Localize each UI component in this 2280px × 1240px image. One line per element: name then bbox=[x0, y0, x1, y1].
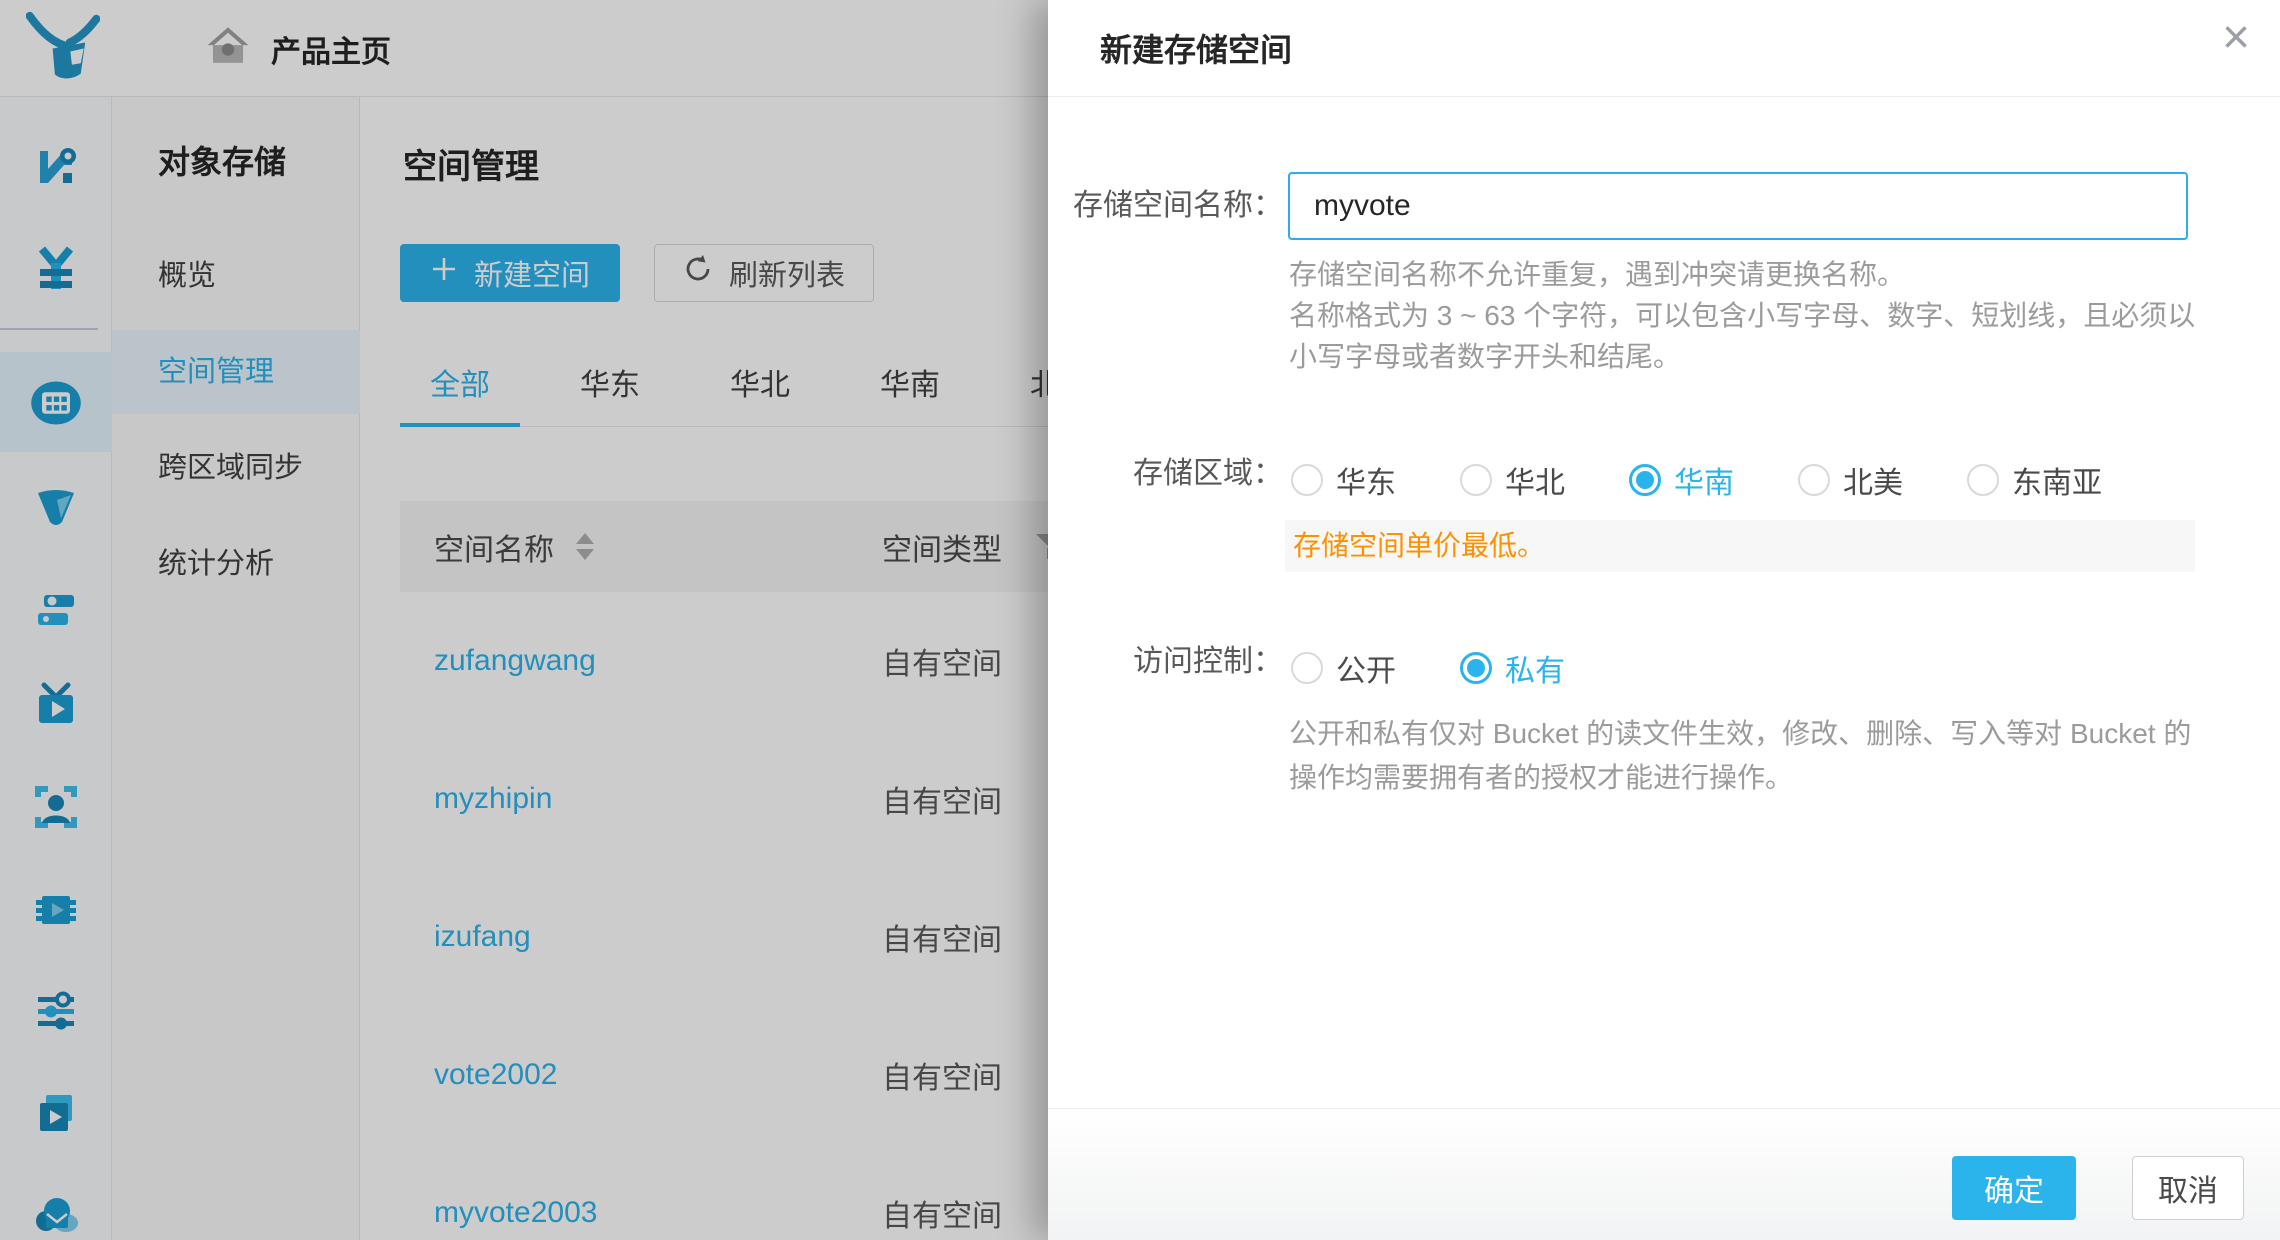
cancel-button[interactable]: 取消 bbox=[2132, 1156, 2244, 1220]
region-price-note: 存储空间单价最低。 bbox=[1285, 520, 2195, 572]
radio-icon bbox=[1967, 464, 1999, 496]
access-radio-group: 公开 私有 bbox=[1291, 646, 1565, 690]
access-option-private[interactable]: 私有 bbox=[1460, 646, 1565, 690]
region-option-beimei[interactable]: 北美 bbox=[1798, 458, 1903, 502]
radio-icon bbox=[1798, 464, 1830, 496]
region-option-huanan[interactable]: 华南 bbox=[1629, 458, 1734, 502]
region-label: 存储区域： bbox=[1048, 458, 1283, 490]
region-option-huabei[interactable]: 华北 bbox=[1460, 458, 1565, 502]
screen: 产品主页 bbox=[0, 0, 2280, 1240]
radio-icon bbox=[1460, 464, 1492, 496]
create-bucket-modal: 新建存储空间 × 存储空间名称： 存储空间名称不允许重复，遇到冲突请更换名称。 … bbox=[1048, 0, 2280, 1240]
access-option-public[interactable]: 公开 bbox=[1291, 646, 1396, 690]
bucket-name-help: 存储空间名称不允许重复，遇到冲突请更换名称。 名称格式为 3 ~ 63 个字符，… bbox=[1289, 254, 2201, 377]
confirm-button[interactable]: 确定 bbox=[1952, 1156, 2076, 1220]
modal-footer: 确定 取消 bbox=[1048, 1108, 2280, 1240]
region-option-dongnanya[interactable]: 东南亚 bbox=[1967, 458, 2102, 502]
region-radio-group: 华东 华北 华南 北美 东南亚 bbox=[1291, 458, 2102, 502]
radio-icon bbox=[1291, 652, 1323, 684]
radio-icon bbox=[1291, 464, 1323, 496]
access-control-label: 访问控制： bbox=[1048, 646, 1283, 678]
bucket-name-label: 存储空间名称： bbox=[1048, 172, 1283, 240]
modal-header: 新建存储空间 × bbox=[1048, 0, 2280, 97]
region-option-huadong[interactable]: 华东 bbox=[1291, 458, 1396, 502]
radio-selected-icon bbox=[1629, 464, 1661, 496]
close-icon[interactable]: × bbox=[2222, 14, 2250, 62]
bucket-name-input[interactable] bbox=[1288, 172, 2188, 240]
modal-title: 新建存储空间 bbox=[1100, 25, 1292, 71]
access-control-help: 公开和私有仅对 Bucket 的读文件生效，修改、删除、写入等对 Bucket … bbox=[1289, 712, 2201, 800]
radio-selected-icon bbox=[1460, 652, 1492, 684]
